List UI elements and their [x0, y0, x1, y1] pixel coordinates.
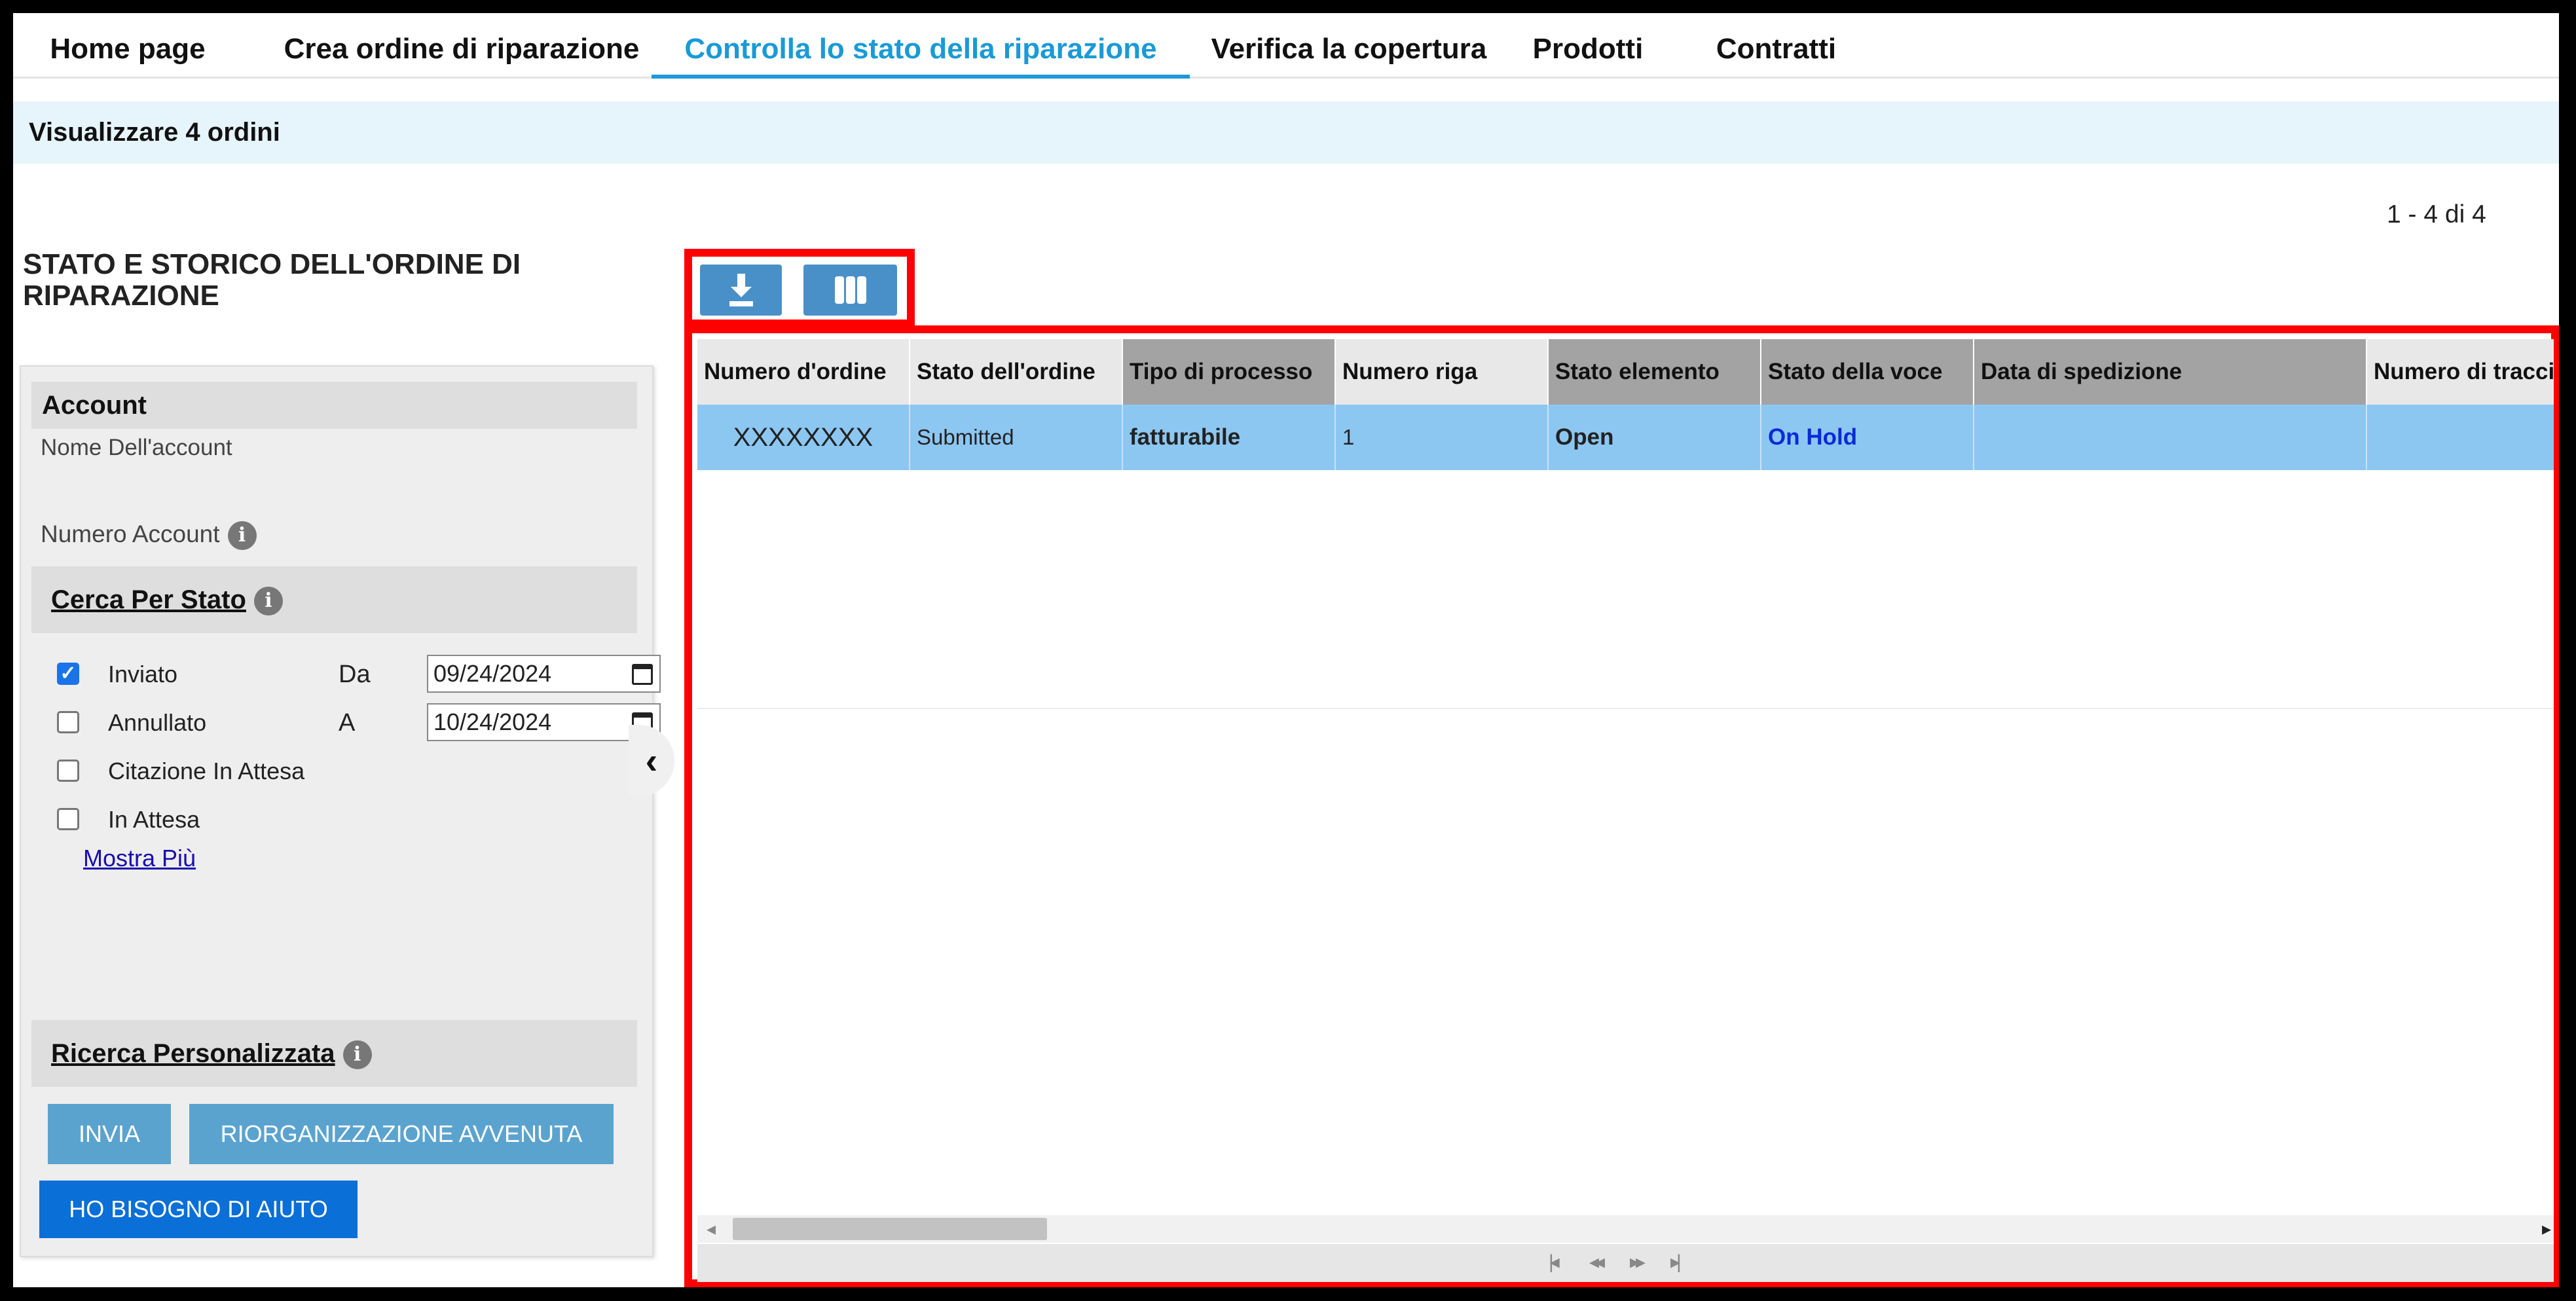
- columns-icon: [835, 276, 844, 304]
- account-title: Account: [42, 391, 147, 420]
- calendar-icon[interactable]: [632, 664, 653, 685]
- account-name-label: Nome Dell'account: [41, 435, 232, 460]
- scrollbar-thumb[interactable]: [733, 1218, 1047, 1240]
- table-row[interactable]: XXXXXXXX Submitted fatturabile 1 Open On…: [697, 405, 2554, 470]
- state-option-row: Citazione In Attesa: [57, 752, 384, 791]
- date-from-label: Da: [339, 661, 371, 688]
- checkbox-label: In Attesa: [108, 806, 200, 833]
- pager-count: 1 - 4 di 4: [2387, 200, 2486, 229]
- show-more-link[interactable]: Mostra Più: [83, 845, 196, 872]
- date-to-input[interactable]: 10/24/2024: [427, 703, 661, 741]
- cell-process-type: fatturabile: [1123, 405, 1336, 470]
- order-count-text: Visualizzare 4 ordini: [29, 118, 280, 147]
- submit-button[interactable]: INVIA: [48, 1104, 171, 1164]
- state-option-row: Annullato A 10/24/2024: [57, 703, 661, 742]
- search-by-state-header: Cerca Per Stato i: [31, 566, 637, 633]
- custom-search-header: Ricerca Personalizzata i: [31, 1020, 637, 1087]
- tab-contracts[interactable]: Contratti: [1699, 13, 1853, 79]
- cell-tracking: [2367, 405, 2554, 470]
- prev-page-icon[interactable]: ◂◂: [1589, 1251, 1605, 1274]
- tab-home[interactable]: Home page: [33, 13, 223, 79]
- account-number-label: Numero Account: [41, 521, 220, 547]
- tab-check-repair-status[interactable]: Controlla lo stato della riparazione: [652, 13, 1190, 79]
- horizontal-scrollbar[interactable]: ◂ ▸: [697, 1215, 2554, 1243]
- column-header[interactable]: Numero di tracci: [2367, 339, 2554, 405]
- help-button[interactable]: HO BISOGNO DI AIUTO: [39, 1181, 358, 1238]
- column-header[interactable]: Stato della voce: [1761, 339, 1974, 405]
- custom-search-title[interactable]: Ricerca Personalizzata i: [51, 1020, 372, 1087]
- checkbox-citazione-in-attesa[interactable]: [57, 760, 79, 782]
- date-to-label: A: [339, 709, 356, 737]
- cell-order-status: Submitted: [910, 405, 1123, 470]
- tab-create-repair-order[interactable]: Crea ordine di riparazione: [255, 13, 668, 79]
- page-title: STATO E STORICO DELL'ORDINE DI RIPARAZIO…: [23, 248, 521, 312]
- checkbox-annullato[interactable]: [57, 711, 79, 733]
- state-option-row: ✓ Inviato Da 09/24/2024: [57, 655, 661, 694]
- search-by-state-title[interactable]: Cerca Per Stato i: [51, 566, 283, 633]
- grid-highlight: Numero d'ordine Stato dell'ordine Tipo d…: [684, 325, 2559, 1287]
- info-bar: Visualizzare 4 ordini: [13, 101, 2559, 164]
- chevron-left-icon: ‹: [645, 740, 658, 781]
- top-nav: Home page Crea ordine di riparazione Con…: [13, 13, 2559, 79]
- column-header[interactable]: Tipo di processo: [1123, 339, 1336, 405]
- account-number-row: Numero Account i: [41, 515, 257, 554]
- columns-icon: [846, 276, 855, 304]
- date-from-value: 09/24/2024: [433, 660, 552, 687]
- date-to-value: 10/24/2024: [433, 708, 552, 735]
- orders-grid: Numero d'ordine Stato dell'ordine Tipo d…: [697, 339, 2554, 1282]
- cell-line-number: 1: [1336, 405, 1549, 470]
- toolbar-highlight: [684, 249, 915, 327]
- next-page-icon[interactable]: ▸▸: [1630, 1251, 1646, 1274]
- cell-ship-date: [1974, 405, 2367, 470]
- date-from-input[interactable]: 09/24/2024: [427, 655, 661, 693]
- scroll-right-icon[interactable]: ▸: [2542, 1218, 2551, 1239]
- pagination-bar: |◂ ◂◂ ▸▸ ▸|: [697, 1244, 2554, 1282]
- tab-products[interactable]: Prodotti: [1519, 13, 1657, 79]
- account-header: Account: [31, 382, 637, 429]
- last-page-icon[interactable]: ▸|: [1670, 1251, 1682, 1274]
- cell-entry-status: On Hold: [1761, 405, 1974, 470]
- column-header[interactable]: Numero riga: [1336, 339, 1549, 405]
- filter-panel: Account Nome Dell'account Numero Account…: [20, 365, 661, 1257]
- columns-button[interactable]: [803, 265, 897, 316]
- info-icon[interactable]: i: [227, 521, 257, 551]
- checkbox-label: Annullato: [108, 709, 207, 736]
- column-header[interactable]: Numero d'ordine: [697, 339, 910, 405]
- reorganize-button[interactable]: RIORGANIZZAZIONE AVVENUTA: [189, 1104, 614, 1164]
- custom-search-label[interactable]: Ricerca Personalizzata: [51, 1039, 335, 1068]
- first-page-icon[interactable]: |◂: [1549, 1251, 1560, 1274]
- state-option-row: In Attesa: [57, 800, 384, 839]
- collapse-panel-button[interactable]: ‹: [629, 725, 674, 797]
- info-icon[interactable]: i: [253, 587, 283, 616]
- search-by-state-label[interactable]: Cerca Per Stato: [51, 585, 246, 614]
- column-header[interactable]: Stato elemento: [1549, 339, 1761, 405]
- scroll-left-icon[interactable]: ◂: [707, 1218, 716, 1239]
- checkbox-in-attesa[interactable]: [57, 808, 79, 830]
- download-button[interactable]: [700, 265, 782, 316]
- info-icon[interactable]: i: [342, 1040, 372, 1070]
- column-header[interactable]: Stato dell'ordine: [910, 339, 1123, 405]
- cell-order-number[interactable]: XXXXXXXX: [697, 405, 910, 470]
- cell-item-status: Open: [1549, 405, 1761, 470]
- checkbox-label: Citazione In Attesa: [108, 758, 305, 784]
- columns-icon: [857, 276, 866, 304]
- checkbox-inviato[interactable]: ✓: [57, 663, 79, 685]
- app-page: Home page Crea ordine di riparazione Con…: [13, 13, 2559, 1287]
- tab-verify-coverage[interactable]: Verifica la copertura: [1205, 13, 1493, 79]
- download-icon: [729, 274, 753, 306]
- divider: [697, 708, 2554, 709]
- column-header[interactable]: Data di spedizione: [1974, 339, 2367, 405]
- checkbox-label: Inviato: [108, 661, 178, 687]
